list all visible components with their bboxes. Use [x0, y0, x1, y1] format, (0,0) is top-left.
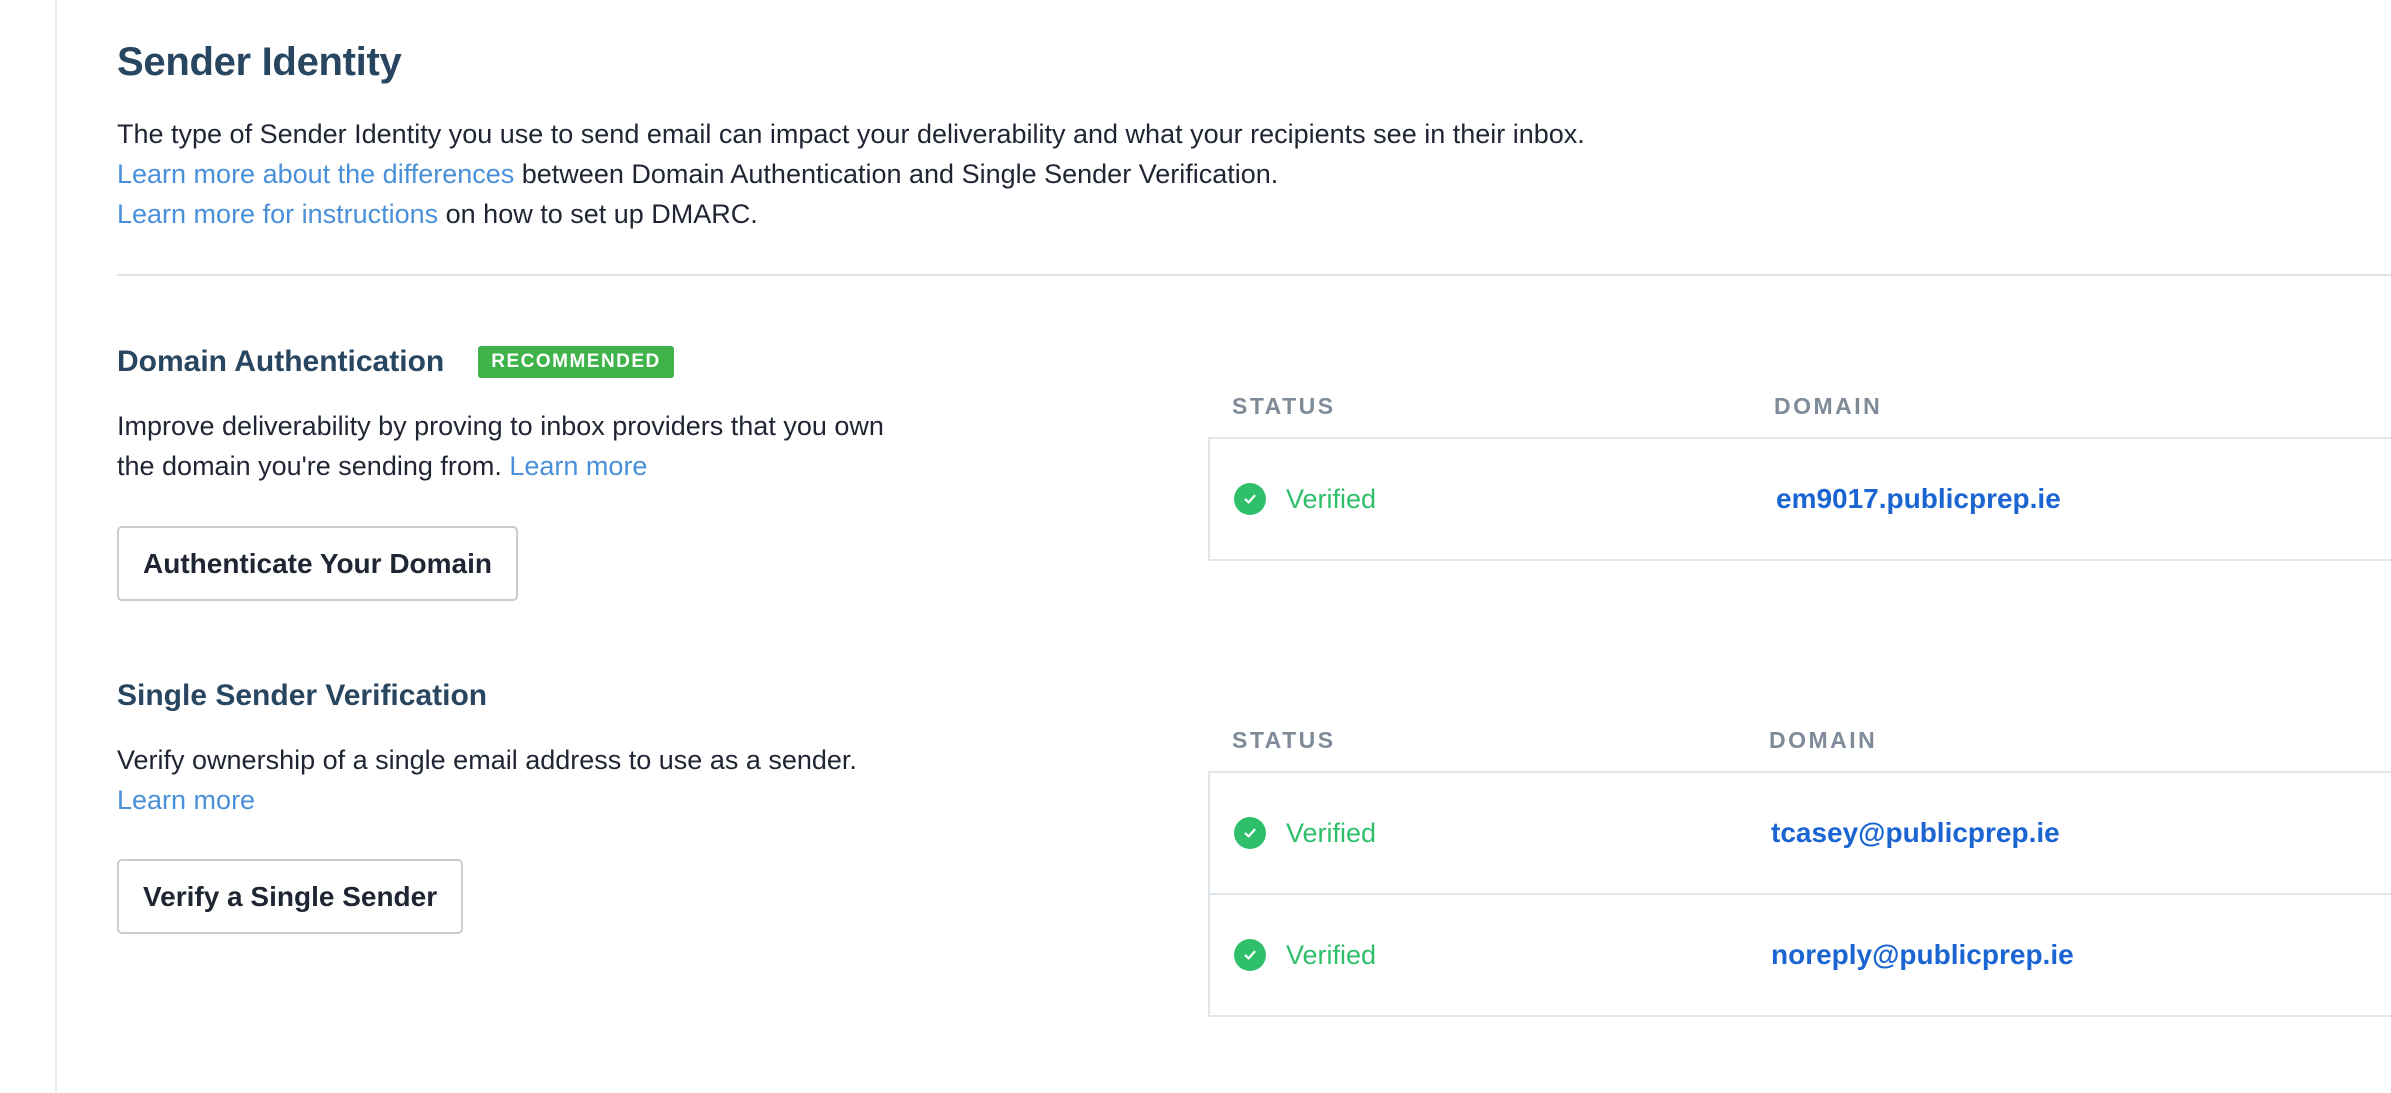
- status-label: Verified: [1286, 817, 1377, 848]
- single-sender-desc-line2: Learn more: [117, 780, 937, 820]
- check-circle-icon: [1234, 483, 1266, 515]
- authenticate-domain-button[interactable]: Authenticate Your Domain: [117, 526, 519, 601]
- single-sender-desc-line1: Verify ownership of a single email addre…: [117, 745, 857, 775]
- single-sender-table-body: Verified tcasey@publicprep.ie Verified n…: [1208, 771, 2391, 1017]
- domain-auth-heading: Domain Authentication RECOMMENDED: [117, 345, 674, 379]
- single-sender-learn-more-link[interactable]: Learn more: [117, 785, 255, 815]
- dmarc-instructions-link[interactable]: Learn more for instructions: [117, 199, 438, 229]
- domain-auth-table-header: STATUS DOMAIN: [1208, 377, 2391, 437]
- status-label: Verified: [1286, 939, 1377, 970]
- domain-column-header: DOMAIN: [1769, 727, 1878, 753]
- table-row: Verified tcasey@publicprep.ie: [1210, 773, 2391, 893]
- single-sender-description: Verify ownership of a single email addre…: [117, 740, 937, 820]
- domain-link[interactable]: em9017.publicprep.ie: [1776, 439, 2061, 559]
- status-label: Verified: [1286, 483, 1377, 514]
- dmarc-text: on how to set up DMARC.: [438, 199, 758, 229]
- learn-differences-link[interactable]: Learn more about the differences: [117, 159, 514, 189]
- recommended-badge: RECOMMENDED: [478, 346, 674, 378]
- status-column-header: STATUS: [1232, 727, 1336, 753]
- sender-email-link[interactable]: noreply@publicprep.ie: [1771, 895, 2074, 1015]
- check-circle-icon: [1234, 817, 1266, 849]
- single-sender-heading: Single Sender Verification: [117, 679, 487, 713]
- domain-auth-title: Domain Authentication: [117, 345, 445, 378]
- single-sender-title: Single Sender Verification: [117, 679, 488, 712]
- section-divider: [117, 274, 2391, 276]
- domain-auth-table-body: Verified em9017.publicprep.ie: [1208, 437, 2391, 561]
- domain-auth-desc-line2: the domain you're sending from. Learn mo…: [117, 446, 937, 486]
- single-sender-table: STATUS DOMAIN Verified tcasey@publicprep…: [1208, 711, 2391, 1017]
- left-border: [55, 0, 57, 1093]
- domain-auth-learn-more-link[interactable]: Learn more: [509, 451, 647, 481]
- page-title: Sender Identity: [117, 40, 402, 84]
- domain-column-header: DOMAIN: [1774, 393, 1883, 419]
- status-cell: Verified: [1234, 773, 1376, 893]
- sender-email-link[interactable]: tcasey@publicprep.ie: [1771, 773, 2060, 893]
- domain-auth-desc-line1: Improve deliverability by proving to inb…: [117, 411, 884, 441]
- verify-single-sender-button[interactable]: Verify a Single Sender: [117, 859, 464, 934]
- dmarc-line: Learn more for instructions on how to se…: [117, 194, 1585, 234]
- table-row: Verified noreply@publicprep.ie: [1210, 893, 2391, 1015]
- table-row: Verified em9017.publicprep.ie: [1210, 439, 2391, 559]
- intro-text: The type of Sender Identity you use to s…: [117, 114, 1585, 234]
- sender-identity-page: Sender Identity The type of Sender Ident…: [0, 0, 2391, 1093]
- single-sender-table-header: STATUS DOMAIN: [1208, 711, 2391, 771]
- differences-line: Learn more about the differences between…: [117, 154, 1585, 194]
- intro-line: The type of Sender Identity you use to s…: [117, 119, 1585, 149]
- domain-auth-description: Improve deliverability by proving to inb…: [117, 406, 937, 486]
- domain-auth-table: STATUS DOMAIN Verified em9017.publicprep…: [1208, 377, 2391, 561]
- status-cell: Verified: [1234, 439, 1376, 559]
- differences-text: between Domain Authentication and Single…: [514, 159, 1279, 189]
- status-column-header: STATUS: [1232, 393, 1336, 419]
- domain-auth-desc-text: the domain you're sending from.: [117, 451, 510, 481]
- status-cell: Verified: [1234, 895, 1376, 1015]
- check-circle-icon: [1234, 939, 1266, 971]
